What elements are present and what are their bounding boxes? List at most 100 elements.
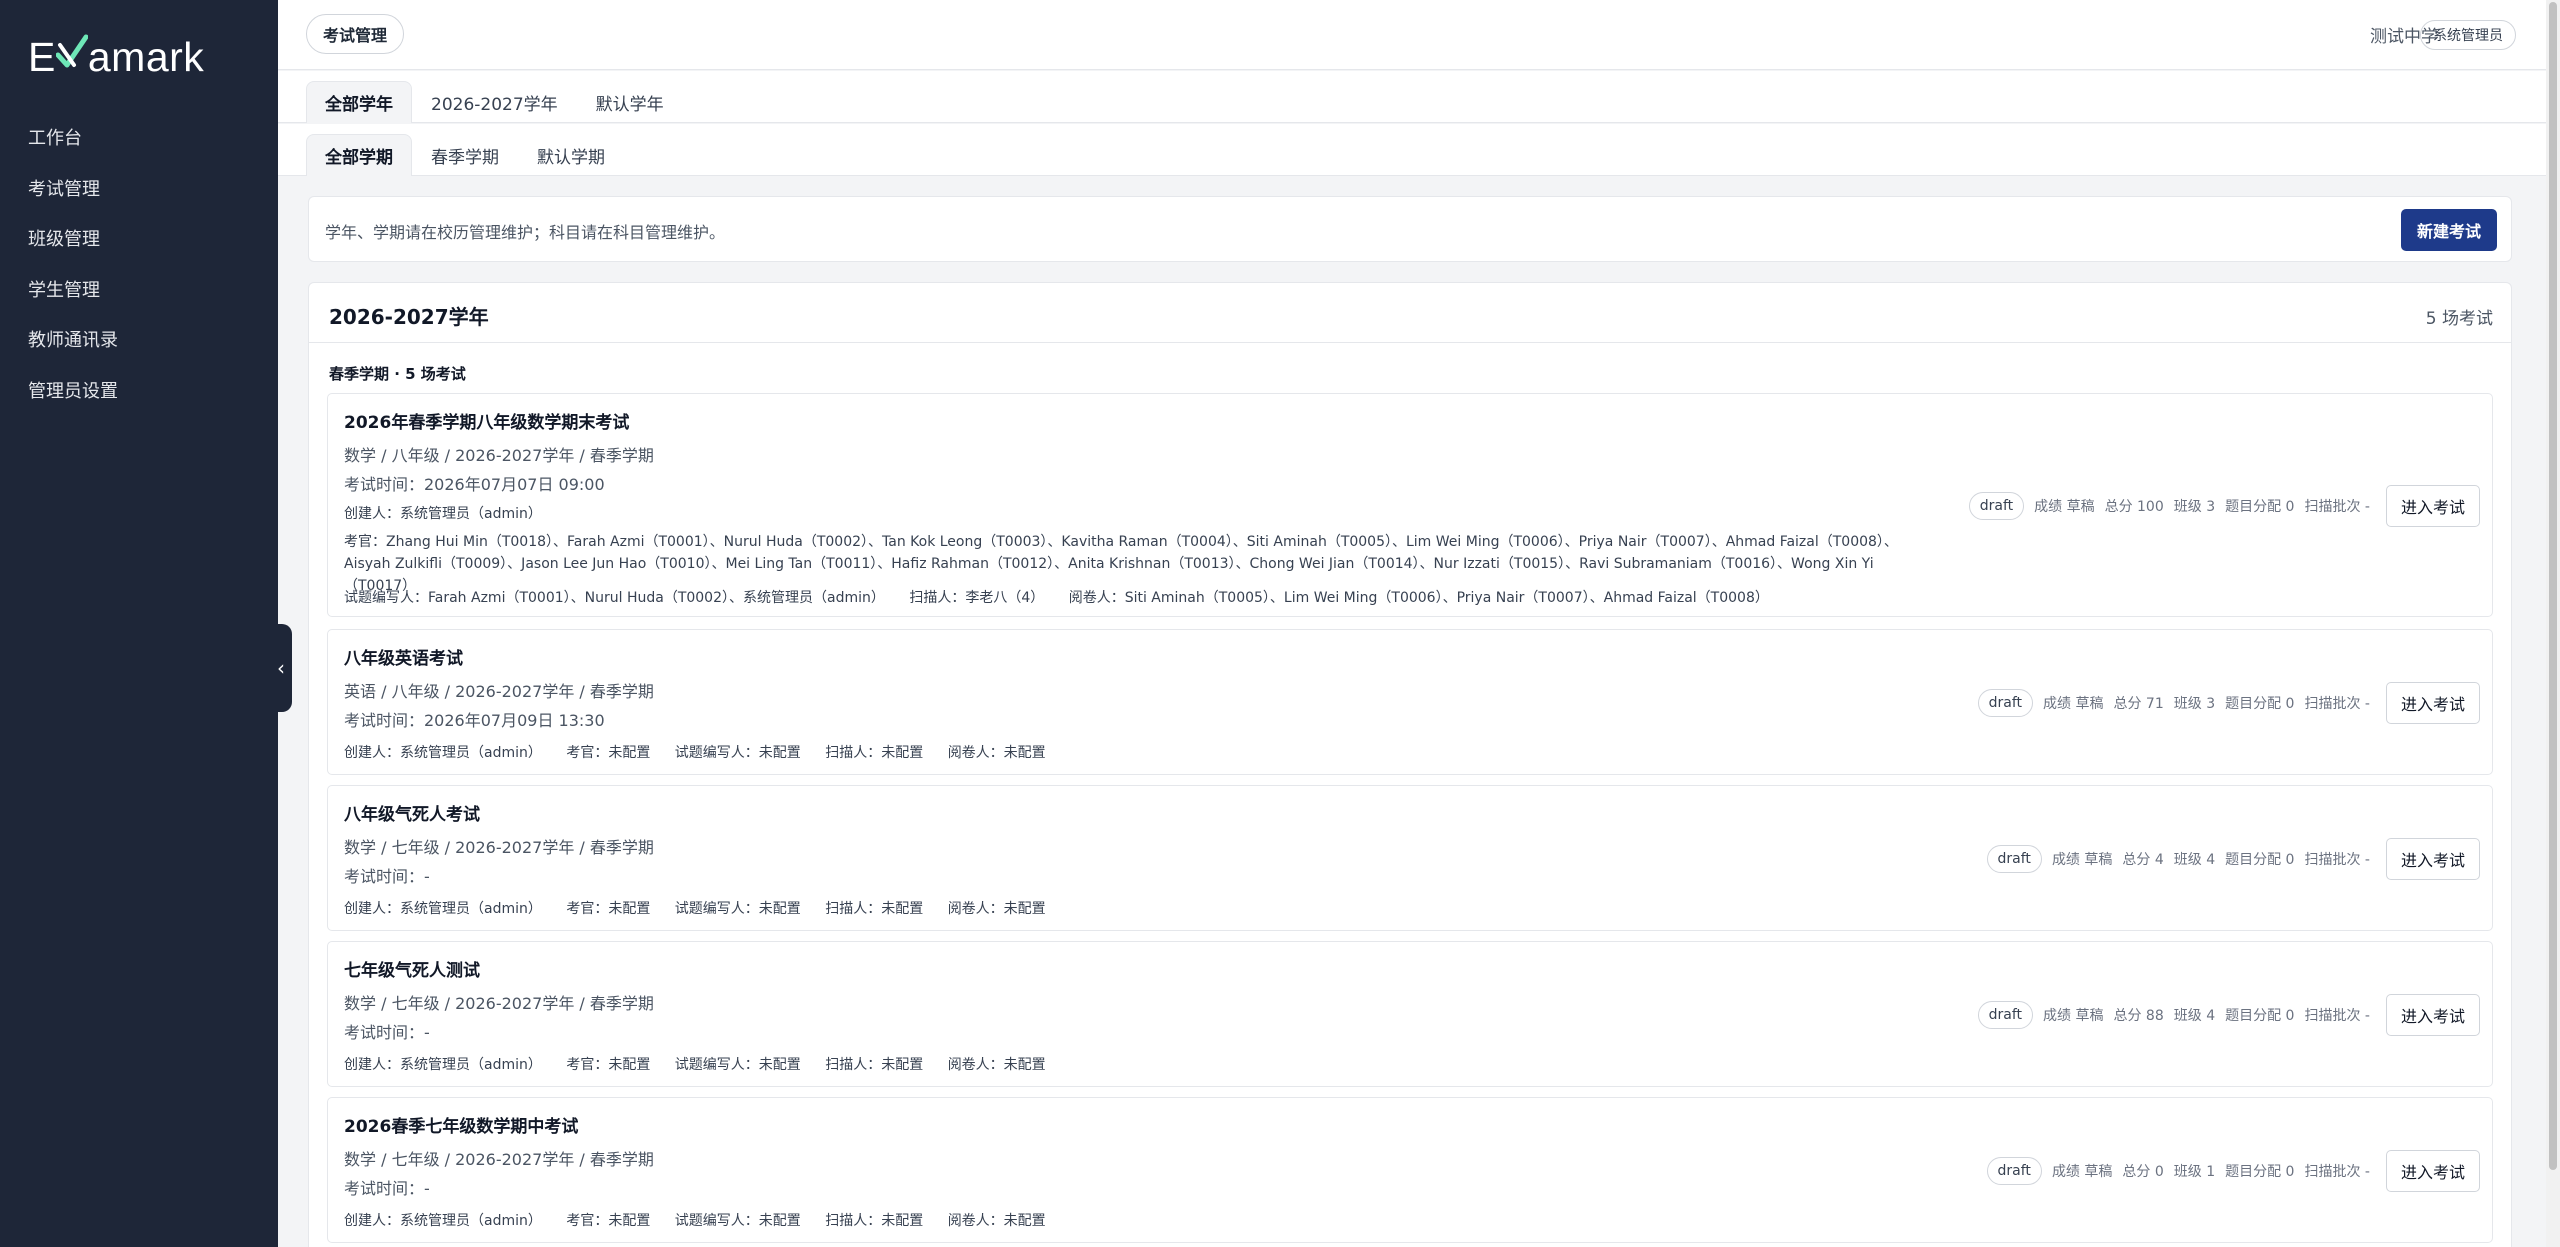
year-tabs: 全部学年 2026-2027学年 默认学年 [278, 71, 2546, 123]
question-assign: 题目分配 0 [2225, 1164, 2295, 1180]
sidebar-collapse-button[interactable]: ‹ [270, 624, 292, 712]
enter-exam-button[interactable]: 进入考试 [2385, 994, 2480, 1036]
exam-time: 考试时间：- [344, 1179, 430, 1198]
app-logo[interactable]: Eamark [28, 30, 204, 82]
exam-invigilators: 考官：未配置 [566, 1057, 651, 1073]
exam-path: 英语 / 八年级 / 2026-2027学年 / 春季学期 [344, 682, 654, 701]
exam-creator: 创建人：系统管理员（admin） [344, 901, 542, 917]
total-score: 总分 88 [2113, 1008, 2164, 1024]
exam-card: 七年级气死人测试 数学 / 七年级 / 2026-2027学年 / 春季学期 考… [327, 941, 2493, 1087]
tab-term-default[interactable]: 默认学期 [518, 134, 624, 176]
page-title: 考试管理 [306, 14, 405, 54]
exam-card: 2026春季七年级数学期中考试 数学 / 七年级 / 2026-2027学年 /… [327, 1097, 2493, 1243]
tab-term-all[interactable]: 全部学期 [306, 134, 412, 176]
exam-stats: draft 成绩 草稿 总分 88 班级 4 题目分配 0 扫描批次 - 进入考… [1977, 994, 2480, 1036]
tab-term-spring[interactable]: 春季学期 [412, 134, 518, 176]
exam-stats: draft 成绩 草稿 总分 71 班级 3 题目分配 0 扫描批次 - 进入考… [1977, 682, 2480, 724]
scan-batch: 扫描批次 - [2304, 499, 2370, 515]
class-count: 班级 4 [2173, 852, 2216, 868]
exam-roles: 试题编写人：Farah Azmi（T0001）、Nurul Huda（T0002… [344, 587, 1769, 607]
exam-invigilators: 考官：未配置 [566, 745, 651, 761]
exam-title: 八年级英语考试 [344, 649, 463, 669]
exam-writers: 试题编写人：未配置 [674, 901, 801, 917]
total-score: 总分 100 [2104, 499, 2164, 515]
grade-status: 成绩 草稿 [2043, 1008, 2104, 1024]
status-badge: draft [1986, 845, 2042, 873]
sidebar-item-teachers[interactable]: 教师通讯录 [0, 314, 278, 365]
total-score: 总分 4 [2122, 852, 2164, 868]
exam-path: 数学 / 八年级 / 2026-2027学年 / 春季学期 [344, 446, 654, 465]
sidebar-item-dashboard[interactable]: 工作台 [0, 112, 278, 163]
tab-year-2026-2027[interactable]: 2026-2027学年 [412, 81, 577, 123]
new-exam-button[interactable]: 新建考试 [2400, 209, 2497, 251]
exam-stats: draft 成绩 草稿 总分 100 班级 3 题目分配 0 扫描批次 - 进入… [1968, 485, 2480, 527]
exam-scanners: 扫描人：未配置 [825, 1213, 924, 1229]
exam-creator: 创建人：系统管理员（admin） [344, 1057, 542, 1073]
exam-writers: 试题编写人：未配置 [674, 1057, 801, 1073]
exam-writers: 试题编写人：未配置 [674, 1213, 801, 1229]
tab-year-default[interactable]: 默认学年 [577, 81, 683, 123]
user-role-badge[interactable]: 系统管理员 [2420, 20, 2516, 50]
enter-exam-button[interactable]: 进入考试 [2385, 485, 2480, 527]
scan-batch: 扫描批次 - [2304, 696, 2370, 712]
status-badge: draft [1968, 492, 2025, 520]
sidebar-item-exams[interactable]: 考试管理 [0, 163, 278, 214]
sidebar: Eamark 工作台 考试管理 班级管理 学生管理 教师通讯录 管理员设置 [0, 0, 278, 1247]
exam-time: 考试时间：- [344, 1023, 430, 1042]
exam-creator: 创建人：系统管理员（admin） [344, 1213, 542, 1229]
exam-time: 考试时间：- [344, 867, 430, 886]
enter-exam-button[interactable]: 进入考试 [2385, 838, 2480, 880]
exam-creator: 创建人：系统管理员（admin） [344, 745, 542, 761]
sidebar-item-admin-settings[interactable]: 管理员设置 [0, 365, 278, 416]
grade-status: 成绩 草稿 [2051, 852, 2113, 868]
scrollbar-thumb[interactable] [2549, 2, 2557, 1170]
term-tabs: 全部学期 春季学期 默认学期 [278, 124, 2546, 176]
question-assign: 题目分配 0 [2225, 499, 2295, 515]
exam-scanners: 扫描人：李老八（4） [909, 590, 1045, 606]
question-assign: 题目分配 0 [2225, 1008, 2295, 1024]
scan-batch: 扫描批次 - [2304, 1164, 2370, 1180]
exam-roles: 创建人：系统管理员（admin） 考官：未配置 试题编写人：未配置 扫描人：未配… [344, 742, 1046, 762]
exam-markers: 阅卷人：未配置 [947, 901, 1046, 917]
exam-card: 八年级气死人考试 数学 / 七年级 / 2026-2027学年 / 春季学期 考… [327, 785, 2493, 931]
logo-text: Eamark [28, 31, 204, 81]
enter-exam-button[interactable]: 进入考试 [2385, 1150, 2480, 1192]
exam-invigilators: 考官：未配置 [566, 1213, 651, 1229]
term-group-title: 春季学期 · 5 场考试 [329, 365, 466, 383]
class-count: 班级 3 [2173, 499, 2216, 515]
exam-title: 2026春季七年级数学期中考试 [344, 1117, 579, 1137]
exam-scanners: 扫描人：未配置 [825, 745, 924, 761]
exam-roles: 创建人：系统管理员（admin） 考官：未配置 试题编写人：未配置 扫描人：未配… [344, 1054, 1046, 1074]
exam-scanners: 扫描人：未配置 [825, 1057, 924, 1073]
chevron-left-icon: ‹ [277, 656, 285, 680]
status-badge: draft [1977, 689, 2034, 717]
total-score: 总分 0 [2122, 1164, 2164, 1180]
exam-roles: 创建人：系统管理员（admin） 考官：未配置 试题编写人：未配置 扫描人：未配… [344, 898, 1046, 918]
exam-card: 八年级英语考试 英语 / 八年级 / 2026-2027学年 / 春季学期 考试… [327, 629, 2493, 775]
sidebar-item-classes[interactable]: 班级管理 [0, 213, 278, 264]
status-badge: draft [1977, 1001, 2034, 1029]
scan-batch: 扫描批次 - [2304, 852, 2370, 868]
exam-writers: 试题编写人：Farah Azmi（T0001）、Nurul Huda（T0002… [344, 590, 885, 606]
tab-year-all[interactable]: 全部学年 [306, 81, 412, 123]
page-scrollbar[interactable] [2546, 0, 2560, 1247]
enter-exam-button[interactable]: 进入考试 [2385, 682, 2480, 724]
exam-title: 2026年春季学期八年级数学期末考试 [344, 413, 630, 433]
exam-card: 2026年春季学期八年级数学期末考试 数学 / 八年级 / 2026-2027学… [327, 393, 2493, 617]
grade-status: 成绩 草稿 [2051, 1164, 2113, 1180]
notice-bar: 学年、学期请在校历管理维护；科目请在科目管理维护。 新建考试 [308, 196, 2512, 262]
year-group-title: 2026-2027学年 [329, 305, 489, 329]
exam-path: 数学 / 七年级 / 2026-2027学年 / 春季学期 [344, 994, 654, 1013]
main-content: 考试管理 测试中学 系统管理员 全部学年 2026-2027学年 默认学年 全部… [278, 0, 2546, 1247]
exam-time: 考试时间：2026年07月07日 09:00 [344, 475, 605, 494]
exam-writers: 试题编写人：未配置 [674, 745, 801, 761]
class-count: 班级 4 [2173, 1008, 2216, 1024]
exam-title: 七年级气死人测试 [344, 961, 480, 981]
exam-invigilators: 考官：未配置 [566, 901, 651, 917]
sidebar-nav: 工作台 考试管理 班级管理 学生管理 教师通讯录 管理员设置 [0, 112, 278, 415]
sidebar-item-students[interactable]: 学生管理 [0, 264, 278, 315]
total-score: 总分 71 [2113, 696, 2164, 712]
year-group-count: 5 场考试 [2425, 309, 2493, 329]
exam-roles: 创建人：系统管理员（admin） 考官：未配置 试题编写人：未配置 扫描人：未配… [344, 1210, 1046, 1230]
exam-creator: 创建人：系统管理员（admin） [344, 506, 542, 522]
